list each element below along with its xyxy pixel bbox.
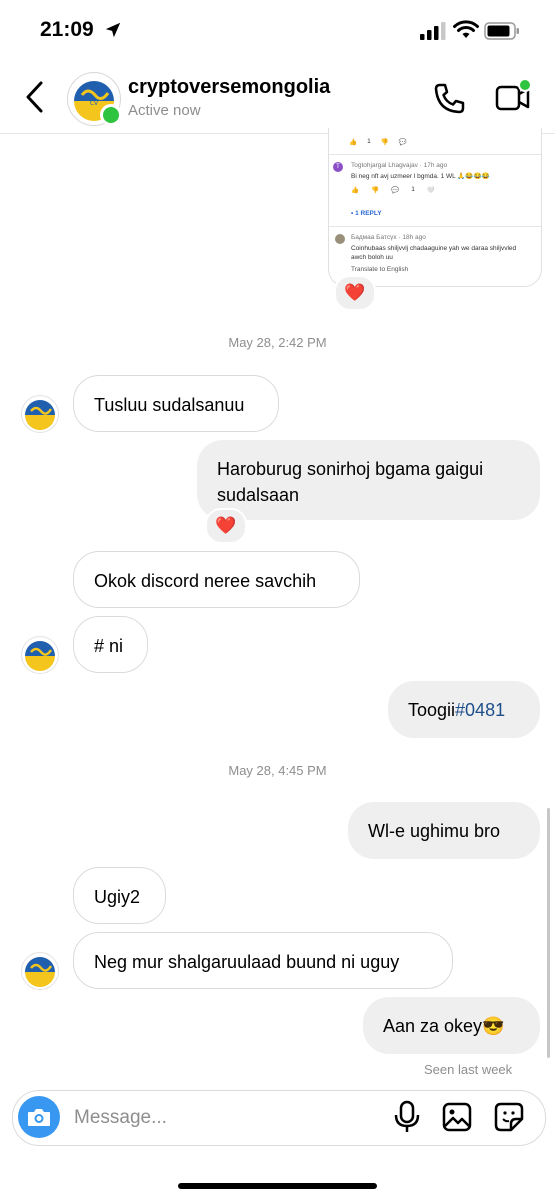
translate-link[interactable]: Translate to English (351, 266, 408, 273)
video-icon[interactable] (494, 78, 532, 114)
camera-button[interactable] (18, 1096, 60, 1138)
location-arrow-icon (105, 22, 121, 38)
comment-reply-count: 1 (411, 186, 415, 193)
sticker-icon[interactable] (494, 1102, 524, 1132)
phone-icon[interactable] (432, 82, 466, 116)
timestamp: May 28, 4:45 PM (228, 763, 327, 778)
message-reaction[interactable]: ❤️ (205, 508, 247, 544)
card-divider-2 (329, 226, 541, 227)
message-incoming[interactable]: Neg mur shalgaruulaad buund ni uguy (73, 932, 453, 989)
gallery-icon[interactable] (442, 1102, 472, 1132)
seen-status: Seen last week (424, 1062, 513, 1077)
camera-icon (28, 1109, 50, 1126)
like-count: 1 (367, 138, 371, 145)
comment-text-2: Coinhubaas shiljvvlj chadaaguine yah we … (351, 245, 517, 261)
message-incoming[interactable]: Ugiy2 (73, 867, 166, 924)
reply-link[interactable]: • 1 REPLY (351, 210, 382, 217)
message-outgoing[interactable]: Haroburug sonirhoj bgama gaigui sudalsaa… (197, 440, 540, 520)
chat-username[interactable]: cryptoversemongolia (128, 76, 330, 99)
shared-post-card[interactable]: 👍 1 👎 💬 T Togtohjargal Lhagvajav · 17h ago … (328, 128, 542, 287)
post-reaction-row: 👍 1 👎 💬 (349, 138, 407, 146)
cryptoverse-logo (25, 957, 55, 987)
message-text: Toogii (408, 700, 456, 720)
message-outgoing[interactable]: Aan za okey😎 (363, 997, 540, 1054)
commenter-avatar-2 (335, 234, 345, 244)
microphone-icon[interactable] (393, 1100, 421, 1134)
message-incoming[interactable]: Tusluu sudalsanuu (73, 375, 279, 432)
message-incoming[interactable]: # ni (73, 616, 148, 673)
scrollbar[interactable] (547, 808, 550, 1058)
svg-text:CV: CV (90, 100, 99, 107)
comment-author: Togtohjargal Lhagvajav · 17h ago (351, 162, 448, 169)
wifi-icon (453, 20, 479, 38)
sender-avatar[interactable] (21, 952, 59, 990)
commenter-avatar: T (333, 162, 343, 172)
comment-actions: 👍 👎 💬 1 🤍 (351, 186, 435, 194)
home-indicator[interactable] (178, 1183, 377, 1189)
online-indicator (100, 104, 122, 126)
hashtag-link[interactable]: #0481 (455, 700, 505, 720)
card-divider (329, 154, 541, 155)
cryptoverse-logo (25, 400, 55, 430)
comment-text: Bi neg nft avj uzmeer l bgmda. 1 WL 🙏😂😂😂 (351, 173, 490, 180)
message-outgoing[interactable]: Toogii#0481 (388, 681, 540, 738)
comment-author-2: Бадмаа Батсүх · 18h ago (351, 234, 426, 241)
message-incoming[interactable]: Okok discord neree savchih (73, 551, 360, 608)
cryptoverse-logo (25, 641, 55, 671)
sender-avatar[interactable] (21, 636, 59, 674)
message-input[interactable] (72, 1104, 376, 1132)
battery-icon (484, 22, 519, 40)
signal-icon (420, 22, 446, 40)
sender-avatar[interactable] (21, 395, 59, 433)
active-status: Active now (128, 102, 201, 119)
message-outgoing[interactable]: Wl-e ughimu bro (348, 802, 540, 859)
status-time: 21:09 (40, 18, 94, 41)
post-reaction[interactable]: ❤️ (334, 275, 376, 311)
timestamp: May 28, 2:42 PM (228, 335, 327, 350)
back-chevron-icon[interactable] (22, 80, 48, 114)
